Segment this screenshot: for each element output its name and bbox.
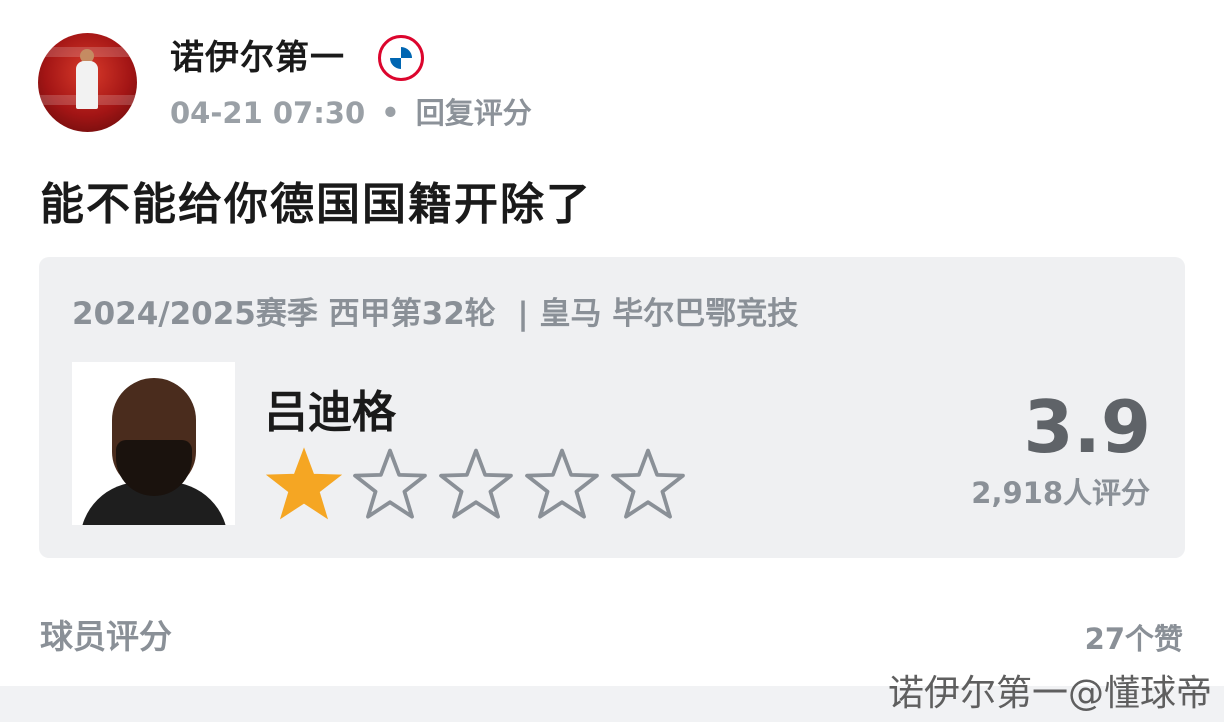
rating-count: 2,918人评分 xyxy=(971,476,1150,510)
like-count[interactable]: 27个赞 xyxy=(1085,616,1183,658)
star-empty-icon xyxy=(525,448,599,519)
meta-separator: • xyxy=(381,96,400,130)
star-empty-icon xyxy=(353,448,427,519)
watermark: 诺伊尔第一@懂球帝 xyxy=(887,673,1212,714)
comment-time: 04-21 07:30 xyxy=(170,96,366,130)
star-empty-icon xyxy=(439,448,513,519)
section-label: 球员评分 xyxy=(40,617,172,656)
user-avatar[interactable] xyxy=(38,33,137,132)
player-name: 吕迪格 xyxy=(264,387,396,438)
reply-rating-link[interactable]: 回复评分 xyxy=(416,96,532,130)
comment-text: 能不能给你德国国籍开除了 xyxy=(40,179,592,230)
star-filled-icon xyxy=(266,447,342,520)
avatar-figure xyxy=(76,61,98,109)
player-photo xyxy=(72,362,235,525)
username[interactable]: 诺伊尔第一 xyxy=(170,30,345,79)
fc-bayern-badge-icon xyxy=(378,35,424,81)
star-empty-icon xyxy=(611,448,685,519)
comment-meta: 04-21 07:30 • 回复评分 xyxy=(170,90,532,132)
average-score: 3.9 xyxy=(1023,385,1151,469)
match-info: 2024/2025赛季 西甲第32轮 | 皇马 毕尔巴鄂竞技 xyxy=(72,296,799,332)
